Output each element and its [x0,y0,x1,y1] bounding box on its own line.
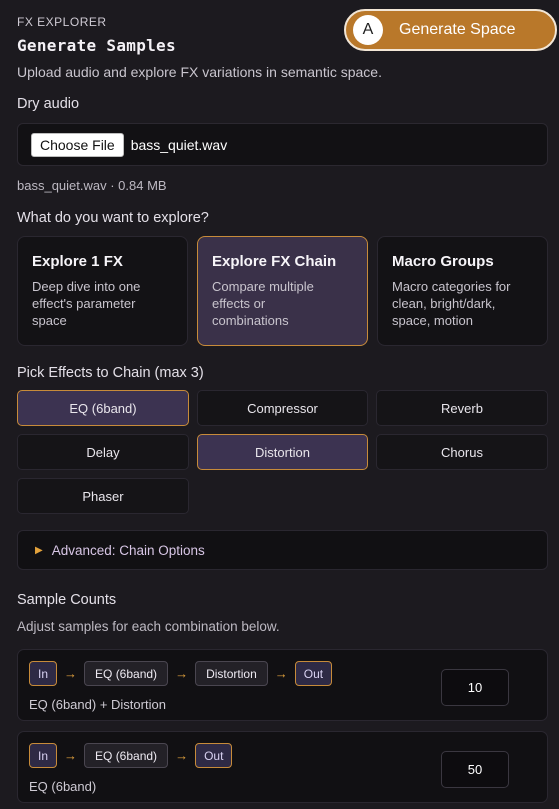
generate-space-button[interactable]: A Generate Space [344,9,557,51]
effect-delay-button[interactable]: Delay [17,434,189,470]
arrow-right-icon: → [175,748,189,763]
effect-distortion-button[interactable]: Distortion [197,434,368,470]
mode-description-line: Compare multiple [212,279,314,294]
chain-diagram: In → EQ (6band) → Distortion → Out [29,661,333,686]
chain-node-out: Out [294,661,333,686]
mode-description-line: clean, bright/dark, [392,296,496,311]
chain-node-effect: EQ (6band) [84,743,169,768]
mode-card-explore-fx-chain[interactable]: Explore FX Chain Compare multiple effect… [197,236,368,346]
mode-title: Macro Groups [392,253,494,270]
mode-description: Compare multiple effects or combinations [212,278,353,329]
arrow-right-icon: → [64,666,78,681]
chain-node-effect: EQ (6band) [84,661,169,686]
sample-counts-hint: Adjust samples for each combination belo… [17,619,280,634]
effect-eq-6band-button[interactable]: EQ (6band) [17,390,189,426]
mode-description-line: effects or [212,296,266,311]
mode-title: Explore FX Chain [212,253,337,270]
combo-label: EQ (6band) [29,779,97,794]
selected-file-name: bass_quiet.wav [130,136,228,153]
chain-node-out: Out [195,743,233,768]
effect-phaser-button[interactable]: Phaser [17,478,189,514]
pick-effects-label: Pick Effects to Chain (max 3) [17,365,204,381]
effect-compressor-button[interactable]: Compressor [197,390,368,426]
section-kicker: FX EXPLORER [17,15,107,29]
effect-chorus-button[interactable]: Chorus [376,434,548,470]
combo-row: In → EQ (6band) → Out EQ (6band) 50 [17,731,548,803]
advanced-chain-options-toggle[interactable]: ▶ Advanced: Chain Options [17,530,548,570]
mode-card-macro-groups[interactable]: Macro Groups Macro categories for clean,… [377,236,548,346]
file-upload-field: Choose File bass_quiet.wav [17,123,548,166]
mode-description-line: Macro categories for [392,279,511,294]
sample-count-input[interactable]: 50 [441,751,509,788]
disclosure-triangle-icon: ▶ [35,544,43,556]
combo-row: In → EQ (6band) → Distortion → Out EQ (6… [17,649,548,721]
mode-description-line: combinations [212,313,289,328]
mode-description-line: space, motion [392,313,473,328]
page-subtitle: Upload audio and explore FX variations i… [17,64,382,80]
arrow-right-icon: → [274,666,288,681]
mode-card-explore-1-fx[interactable]: Explore 1 FX Deep dive into one effect's… [17,236,188,346]
dry-audio-label: Dry audio [17,96,80,112]
combo-label: EQ (6band) + Distortion [29,697,166,712]
choose-file-button[interactable]: Choose File [31,132,124,157]
mode-description: Deep dive into one effect's parameter sp… [32,278,173,329]
step-badge: A [353,15,383,45]
mode-description-line: space [32,313,67,328]
sample-count-input[interactable]: 10 [441,669,509,706]
effect-reverb-button[interactable]: Reverb [376,390,548,426]
page-title: Generate Samples [17,36,176,55]
arrow-right-icon: → [64,748,78,763]
generate-samples-panel: FX EXPLORER Generate Samples Upload audi… [0,0,559,809]
generate-space-label: Generate Space [399,21,516,38]
advanced-label: Advanced: Chain Options [51,542,205,558]
chain-node-in: In [29,661,58,686]
file-meta: bass_quiet.wav · 0.84 MB [17,178,167,193]
arrow-right-icon: → [175,666,189,681]
mode-description: Macro categories for clean, bright/dark,… [392,278,533,329]
explore-question: What do you want to explore? [17,210,209,226]
mode-description-line: effect's parameter [32,296,136,311]
chain-node-effect: Distortion [195,661,268,686]
chain-node-in: In [29,743,58,768]
chain-diagram: In → EQ (6band) → Out [29,743,233,768]
mode-description-line: Deep dive into one [32,279,141,294]
mode-title: Explore 1 FX [32,253,123,270]
sample-counts-label: Sample Counts [17,592,117,608]
